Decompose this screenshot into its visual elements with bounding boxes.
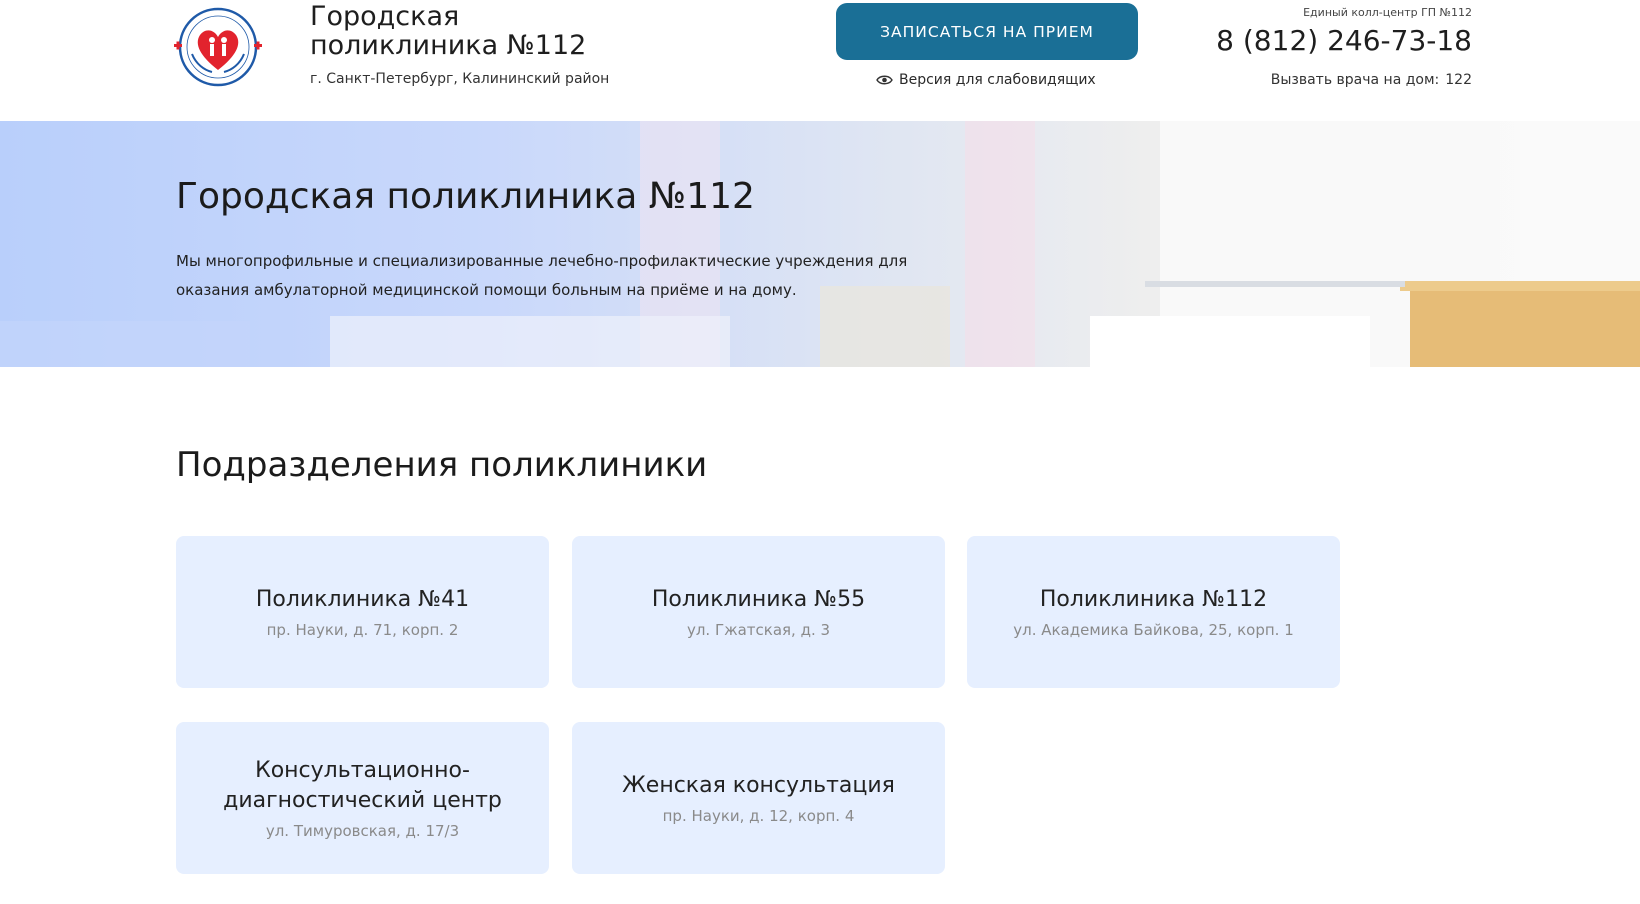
- accessibility-version-label: Версия для слабовидящих: [899, 72, 1096, 88]
- divisions-title: Подразделения поликлиники: [176, 445, 708, 485]
- hospital-room-photo: [0, 121, 1640, 367]
- hero-description: Мы многопрофильные и специализированные …: [176, 252, 908, 299]
- division-card-name: Консультационно- диагностический центр: [223, 758, 502, 813]
- division-card-name: Поликлиника №112: [1039, 587, 1268, 612]
- hero-banner: Городская поликлиника №112 Мы многопрофи…: [0, 121, 1640, 367]
- division-card-address: ул. Тимуровская, д. 17/3: [265, 822, 460, 840]
- brand-title[interactable]: Городская поликлиника №112: [310, 2, 586, 60]
- division-card-name: Женская консультация: [622, 773, 895, 798]
- eye-icon: [876, 75, 893, 85]
- book-appointment-button[interactable]: ЗАПИСАТЬСЯ НА ПРИЕМ: [836, 3, 1138, 60]
- division-card-112[interactable]: Поликлиника №112 ул. Академика Байкова, …: [967, 536, 1340, 688]
- site-header: Городская поликлиника №112 г. Санкт-Пете…: [0, 0, 1640, 121]
- division-card-name: Поликлиника №55: [651, 587, 866, 612]
- division-card-address: ул. Академика Байкова, 25, корп. 1: [1013, 621, 1294, 639]
- call-center-label: Единый колл-центр ГП №112: [1303, 6, 1472, 19]
- phone-number[interactable]: 8 (812) 246-73-18: [1216, 24, 1472, 57]
- brand-subtitle: г. Санкт-Петербург, Калининский район: [310, 71, 610, 87]
- home-call-label: Вызвать врача на дом:: [1270, 72, 1440, 88]
- division-card-address: ул. Гжатская, д. 3: [686, 621, 831, 639]
- division-card-55[interactable]: Поликлиника №55 ул. Гжатская, д. 3: [572, 536, 945, 688]
- division-card-address: пр. Науки, д. 12, корп. 4: [662, 807, 855, 825]
- home-call-info: Вызвать врача на дом: 122: [1265, 72, 1472, 88]
- accessibility-version-link[interactable]: Версия для слабовидящих: [876, 72, 1096, 88]
- home-call-number[interactable]: 122: [1445, 72, 1472, 88]
- division-card-womens-clinic[interactable]: Женская консультация пр. Науки, д. 12, к…: [572, 722, 945, 874]
- division-card-name: Поликлиника №41: [255, 587, 470, 612]
- hero-title: Городская поликлиника №112: [176, 176, 755, 217]
- division-card-address: пр. Науки, д. 71, корп. 2: [266, 621, 459, 639]
- clinic-logo-icon[interactable]: [172, 4, 265, 90]
- division-card-41[interactable]: Поликлиника №41 пр. Науки, д. 71, корп. …: [176, 536, 549, 688]
- division-card-diagnostic-center[interactable]: Консультационно- диагностический центр у…: [176, 722, 549, 874]
